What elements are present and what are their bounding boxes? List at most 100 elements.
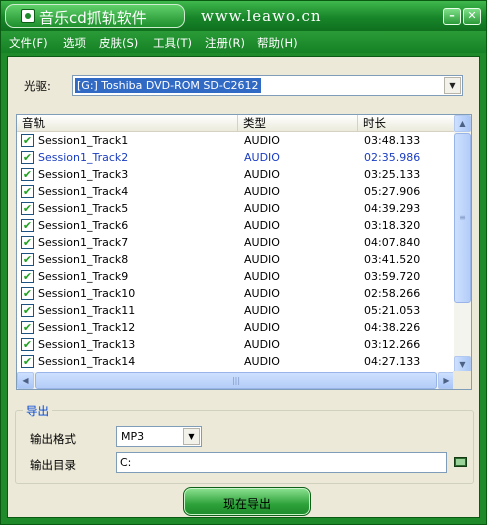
drive-selected-value: [G:] Toshiba DVD-ROM SD-C2612 bbox=[75, 78, 261, 93]
site-url: www.leawo.cn bbox=[201, 7, 322, 25]
track-duration: 05:21.053 bbox=[364, 304, 421, 317]
track-name: Session1_Track3 bbox=[38, 168, 129, 181]
track-row[interactable]: ✔ Session1_Track7 AUDIO 04:07.840 bbox=[17, 234, 455, 251]
export-now-button[interactable]: 现在导出 bbox=[183, 487, 311, 516]
export-group: 导出 输出格式 MP3 ▼ 输出目录 C: bbox=[15, 403, 474, 484]
output-format-label: 输出格式 bbox=[30, 432, 76, 446]
track-row[interactable]: ✔ Session1_Track4 AUDIO 05:27.906 bbox=[17, 183, 455, 200]
track-duration: 03:12.266 bbox=[364, 338, 421, 351]
export-now-label: 现在导出 bbox=[222, 497, 271, 511]
track-checkbox[interactable]: ✔ bbox=[21, 168, 34, 181]
output-format-select[interactable]: MP3 ▼ bbox=[116, 426, 202, 447]
menu-skin[interactable]: 皮肤(S) bbox=[99, 35, 138, 51]
output-dir-input[interactable]: C: bbox=[116, 452, 447, 473]
track-row[interactable]: ✔ Session1_Track5 AUDIO 04:39.293 bbox=[17, 200, 455, 217]
track-row[interactable]: ✔ Session1_Track1 AUDIO 03:48.133 bbox=[17, 132, 455, 149]
track-name: Session1_Track8 bbox=[38, 253, 129, 266]
horizontal-scrollbar[interactable]: ◀ ||| ▶ bbox=[17, 372, 455, 389]
track-list[interactable]: 音轨 类型 时长 ✔ Session1_Track1 AUDIO 03:48.133 ✔… bbox=[16, 114, 472, 390]
track-duration: 03:59.720 bbox=[364, 270, 421, 283]
track-duration: 03:41.520 bbox=[364, 253, 421, 266]
track-checkbox[interactable]: ✔ bbox=[21, 321, 34, 334]
track-checkbox[interactable]: ✔ bbox=[21, 338, 34, 351]
main-panel: 光驱: [G:] Toshiba DVD-ROM SD-C2612 ▼ 音轨 类… bbox=[7, 56, 480, 518]
track-duration: 05:27.906 bbox=[364, 185, 421, 198]
music-cd-icon bbox=[21, 9, 35, 23]
track-name: Session1_Track13 bbox=[38, 338, 136, 351]
menu-options[interactable]: 选项 bbox=[63, 35, 86, 51]
menu-register[interactable]: 注册(R) bbox=[205, 35, 245, 51]
track-checkbox[interactable]: ✔ bbox=[21, 304, 34, 317]
track-checkbox[interactable]: ✔ bbox=[21, 151, 34, 164]
column-header-track[interactable]: 音轨 bbox=[17, 115, 238, 132]
track-name: Session1_Track2 bbox=[38, 151, 129, 164]
chevron-down-icon[interactable]: ▼ bbox=[183, 428, 200, 445]
track-name: Session1_Track6 bbox=[38, 219, 129, 232]
track-row[interactable]: ✔ Session1_Track8 AUDIO 03:41.520 bbox=[17, 251, 455, 268]
track-row[interactable]: ✔ Session1_Track10 AUDIO 02:58.266 bbox=[17, 285, 455, 302]
menu-bar: 文件(F) 选项 皮肤(S) 工具(T) 注册(R) 帮助(H) bbox=[1, 31, 486, 53]
app-window: 音乐cd抓轨软件 www.leawo.cn – ✕ 文件(F) 选项 皮肤(S)… bbox=[0, 0, 487, 525]
column-header-duration[interactable]: 时长 bbox=[358, 115, 455, 132]
track-name: Session1_Track1 bbox=[38, 134, 129, 147]
chevron-down-icon[interactable]: ▼ bbox=[444, 77, 461, 94]
track-name: Session1_Track14 bbox=[38, 355, 136, 368]
track-type: AUDIO bbox=[244, 185, 280, 198]
output-format-value: MP3 bbox=[121, 430, 145, 443]
track-row[interactable]: ✔ Session1_Track9 AUDIO 03:59.720 bbox=[17, 268, 455, 285]
track-type: AUDIO bbox=[244, 236, 280, 249]
track-row[interactable]: ✔ Session1_Track11 AUDIO 05:21.053 bbox=[17, 302, 455, 319]
track-checkbox[interactable]: ✔ bbox=[21, 219, 34, 232]
title-bar[interactable]: 音乐cd抓轨软件 www.leawo.cn – ✕ bbox=[1, 1, 486, 31]
track-row[interactable]: ✔ Session1_Track2 AUDIO 02:35.986 bbox=[17, 149, 455, 166]
track-duration: 04:07.840 bbox=[364, 236, 421, 249]
track-checkbox[interactable]: ✔ bbox=[21, 202, 34, 215]
drive-label: 光驱: bbox=[24, 79, 51, 93]
track-checkbox[interactable]: ✔ bbox=[21, 355, 34, 368]
menu-tools[interactable]: 工具(T) bbox=[153, 35, 192, 51]
track-type: AUDIO bbox=[244, 151, 280, 164]
track-name: Session1_Track12 bbox=[38, 321, 136, 334]
track-list-header: 音轨 类型 时长 bbox=[17, 115, 455, 132]
vertical-scroll-thumb[interactable]: ≡ bbox=[454, 133, 471, 303]
drive-select[interactable]: [G:] Toshiba DVD-ROM SD-C2612 ▼ bbox=[72, 75, 463, 96]
track-name: Session1_Track7 bbox=[38, 236, 129, 249]
horizontal-scroll-thumb[interactable]: ||| bbox=[35, 372, 437, 389]
track-checkbox[interactable]: ✔ bbox=[21, 236, 34, 249]
track-duration: 04:38.226 bbox=[364, 321, 421, 334]
track-row[interactable]: ✔ Session1_Track12 AUDIO 04:38.226 bbox=[17, 319, 455, 336]
track-duration: 03:18.320 bbox=[364, 219, 421, 232]
track-type: AUDIO bbox=[244, 304, 280, 317]
vertical-scrollbar[interactable]: ▲ ≡ ▼ bbox=[454, 115, 471, 373]
output-dir-label: 输出目录 bbox=[30, 458, 76, 472]
track-checkbox[interactable]: ✔ bbox=[21, 134, 34, 147]
track-name: Session1_Track10 bbox=[38, 287, 136, 300]
track-row[interactable]: ✔ Session1_Track14 AUDIO 04:27.133 bbox=[17, 353, 455, 370]
track-type: AUDIO bbox=[244, 134, 280, 147]
close-button[interactable]: ✕ bbox=[463, 8, 481, 25]
scrollbar-corner bbox=[453, 371, 471, 389]
track-row[interactable]: ✔ Session1_Track6 AUDIO 03:18.320 bbox=[17, 217, 455, 234]
app-title: 音乐cd抓轨软件 bbox=[39, 9, 147, 27]
track-type: AUDIO bbox=[244, 287, 280, 300]
track-checkbox[interactable]: ✔ bbox=[21, 287, 34, 300]
menu-help[interactable]: 帮助(H) bbox=[257, 35, 298, 51]
scroll-left-icon[interactable]: ◀ bbox=[17, 372, 34, 389]
folder-browse-icon[interactable] bbox=[452, 454, 470, 470]
track-row[interactable]: ✔ Session1_Track3 AUDIO 03:25.133 bbox=[17, 166, 455, 183]
track-checkbox[interactable]: ✔ bbox=[21, 270, 34, 283]
column-header-type[interactable]: 类型 bbox=[238, 115, 358, 132]
track-row[interactable]: ✔ Session1_Track13 AUDIO 03:12.266 bbox=[17, 336, 455, 353]
track-checkbox[interactable]: ✔ bbox=[21, 253, 34, 266]
track-type: AUDIO bbox=[244, 168, 280, 181]
track-type: AUDIO bbox=[244, 338, 280, 351]
menu-file[interactable]: 文件(F) bbox=[9, 35, 48, 51]
minimize-button[interactable]: – bbox=[443, 8, 461, 25]
track-duration: 02:35.986 bbox=[364, 151, 421, 164]
track-duration: 03:48.133 bbox=[364, 134, 421, 147]
track-duration: 03:25.133 bbox=[364, 168, 421, 181]
track-checkbox[interactable]: ✔ bbox=[21, 185, 34, 198]
track-type: AUDIO bbox=[244, 219, 280, 232]
scroll-up-icon[interactable]: ▲ bbox=[454, 115, 471, 132]
track-name: Session1_Track4 bbox=[38, 185, 129, 198]
